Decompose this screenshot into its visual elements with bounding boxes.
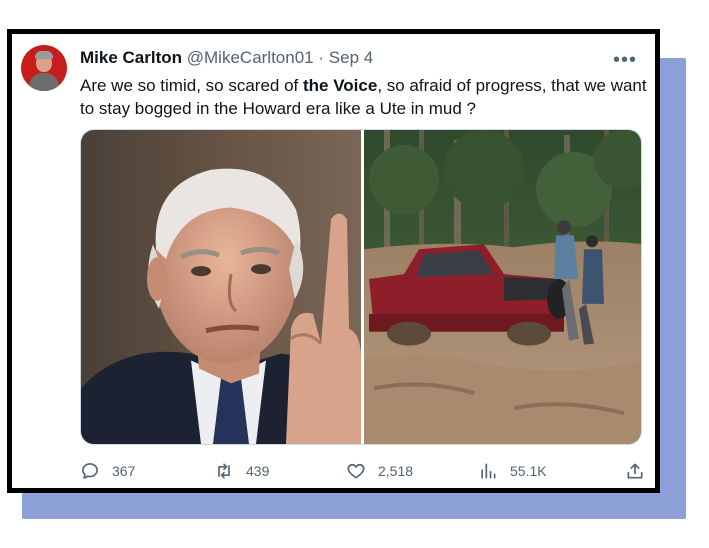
tweet-date[interactable]: Sep 4 — [329, 48, 373, 67]
retweet-count: 439 — [246, 463, 270, 479]
author-name[interactable]: Mike Carlton — [80, 48, 182, 67]
views-count: 55.1K — [510, 463, 547, 479]
tweet-text-part: Are we so timid, so scared of — [80, 76, 303, 95]
tweet-card[interactable]: Mike Carlton @MikeCarlton01 · Sep 4 ••• … — [12, 34, 655, 488]
heart-icon — [347, 463, 365, 479]
tweet-text-bold: the Voice — [302, 76, 378, 95]
views-icon — [481, 463, 496, 479]
tweet-header: Mike Carlton @MikeCarlton01 · Sep 4 — [80, 48, 373, 68]
separator-dot: · — [318, 48, 325, 67]
share-button[interactable] — [625, 459, 655, 483]
photo-man-pointing[interactable] — [81, 130, 361, 444]
tweet-text: Are we so timid, so scared of the Voice,… — [80, 74, 650, 120]
action-bar: 367 439 2,518 55.1K — [80, 459, 645, 483]
reply-count: 367 — [112, 463, 136, 479]
retweet-button[interactable]: 439 — [214, 459, 269, 483]
tweet-media[interactable] — [80, 129, 642, 445]
reply-button[interactable]: 367 — [80, 459, 135, 483]
share-icon — [627, 463, 643, 479]
photo-ute-in-mud[interactable] — [364, 130, 642, 444]
author-handle[interactable]: @MikeCarlton01 — [187, 48, 314, 67]
tweet-frame: Mike Carlton @MikeCarlton01 · Sep 4 ••• … — [7, 29, 660, 493]
reply-icon — [82, 463, 98, 479]
like-count: 2,518 — [378, 463, 414, 479]
more-icon[interactable]: ••• — [613, 49, 637, 72]
like-button[interactable]: 2,518 — [346, 459, 413, 483]
views-button[interactable]: 55.1K — [478, 459, 547, 483]
retweet-icon — [218, 463, 230, 479]
avatar[interactable] — [21, 45, 67, 91]
